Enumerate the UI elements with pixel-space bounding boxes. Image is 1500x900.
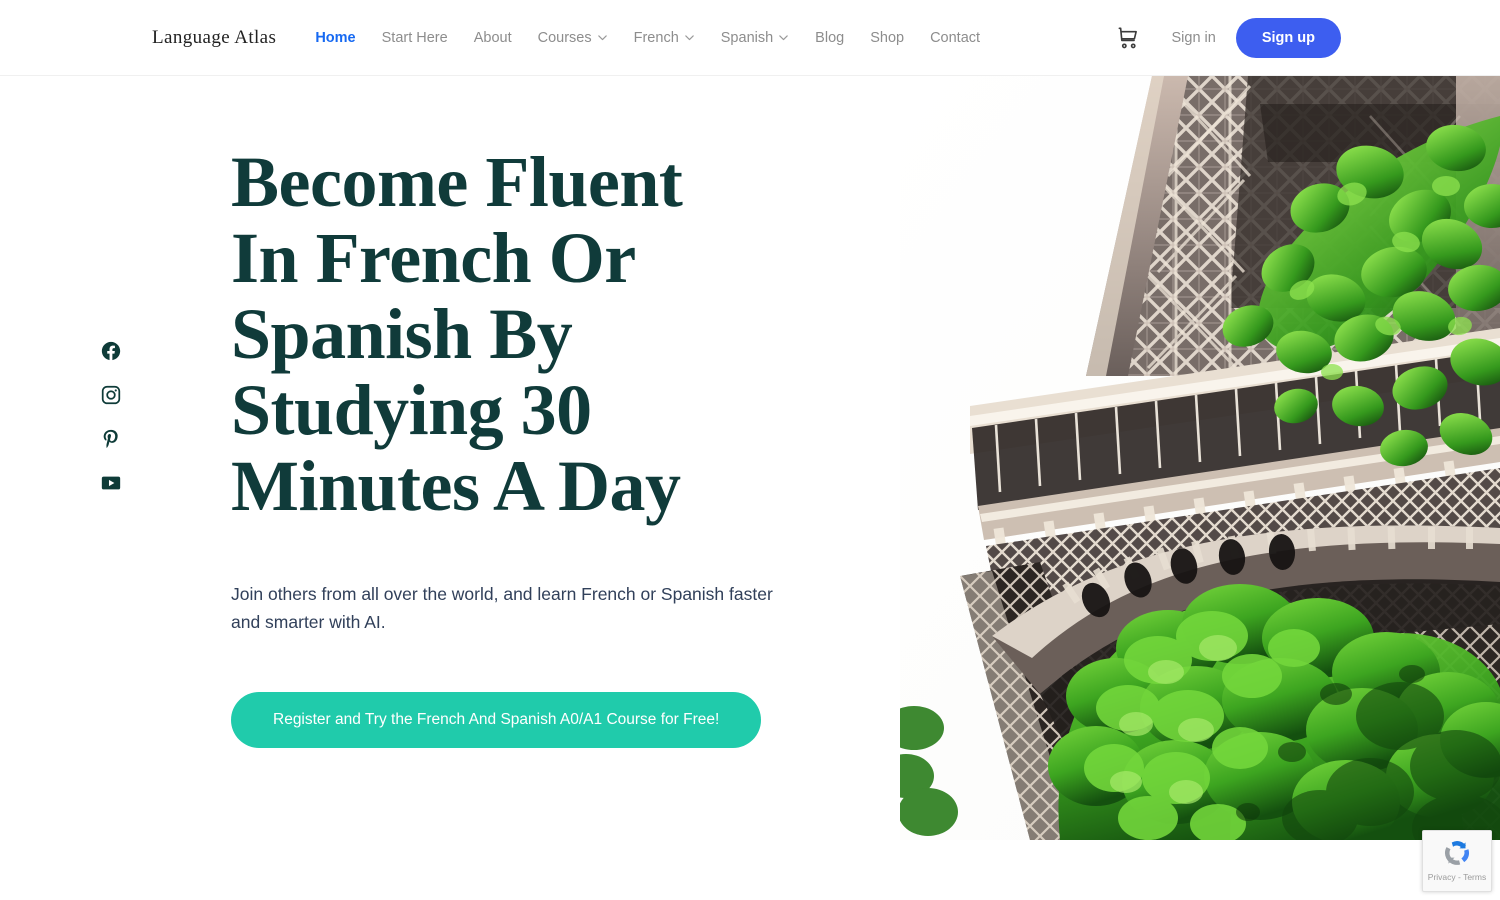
eiffel-tower-photo [900,76,1500,840]
facebook-icon[interactable] [100,340,122,362]
nav-item-home[interactable]: Home [302,30,368,46]
nav-label: Courses [537,29,592,46]
shopping-cart-icon[interactable] [1115,25,1141,51]
nav-item-start-here[interactable]: Start Here [369,30,461,46]
social-links-rail [100,340,122,494]
hero-subheadline: Join others from all over the world, and… [231,584,773,632]
youtube-icon[interactable] [100,472,122,494]
recaptcha-logo-icon [1444,840,1470,865]
instagram-icon[interactable] [100,384,122,406]
primary-navigation: Home Start Here About Courses French Spa… [302,30,993,46]
nav-item-shop[interactable]: Shop [857,30,917,46]
landing-page: Language Atlas Home Start Here About Cou… [0,0,1500,900]
header-actions: Sign in Sign up [1115,0,1500,76]
nav-item-contact[interactable]: Contact [917,30,993,46]
nav-label: Shop [870,29,905,46]
nav-item-french[interactable]: French [621,30,708,46]
nav-label: Blog [815,29,845,46]
nav-item-about[interactable]: About [461,30,525,46]
sign-in-link[interactable]: Sign in [1171,30,1215,46]
site-header: Language Atlas Home Start Here About Cou… [0,0,1500,76]
pinterest-icon[interactable] [100,428,122,450]
chevron-down-icon [778,32,789,43]
nav-label: Contact [930,29,981,46]
chevron-down-icon [597,32,608,43]
nav-label: Home [315,29,356,46]
sign-up-button[interactable]: Sign up [1235,18,1341,58]
site-logo[interactable]: Language Atlas [152,27,276,49]
hero-image [900,76,1500,840]
recaptcha-privacy-terms[interactable]: Privacy - Terms [1428,872,1486,882]
hero-content: Become Fluent In French Or Spanish By St… [231,144,851,748]
nav-item-blog[interactable]: Blog [802,30,857,46]
recaptcha-badge[interactable]: Privacy - Terms [1422,830,1492,892]
chevron-down-icon [684,32,695,43]
register-free-course-button[interactable]: Register and Try the French And Spanish … [231,692,762,748]
nav-item-courses[interactable]: Courses [525,30,621,46]
nav-label: French [633,29,679,46]
nav-label: Spanish [720,29,774,46]
hero-headline: Become Fluent In French Or Spanish By St… [231,142,683,526]
nav-label: Start Here [381,29,448,46]
nav-item-spanish[interactable]: Spanish [708,30,802,46]
nav-label: About [473,29,512,46]
